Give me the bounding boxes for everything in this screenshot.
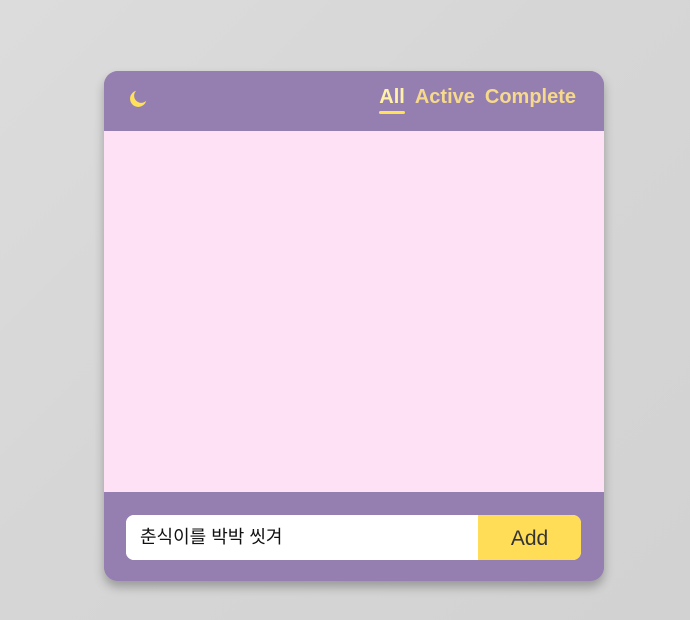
todo-list: [104, 131, 604, 492]
theme-toggle-button[interactable]: [128, 89, 148, 109]
tab-complete[interactable]: Complete: [485, 85, 576, 109]
tab-active[interactable]: Active: [415, 85, 475, 109]
filter-tabs: All Active Complete: [379, 85, 576, 114]
todo-app-card: All Active Complete Add: [104, 71, 604, 581]
add-todo-form: Add: [126, 515, 581, 560]
card-footer: Add: [104, 492, 604, 581]
moon-icon: [128, 89, 148, 109]
add-button[interactable]: Add: [478, 515, 581, 560]
tab-all[interactable]: All: [379, 85, 405, 114]
card-header: All Active Complete: [104, 71, 604, 131]
todo-input[interactable]: [126, 515, 478, 560]
